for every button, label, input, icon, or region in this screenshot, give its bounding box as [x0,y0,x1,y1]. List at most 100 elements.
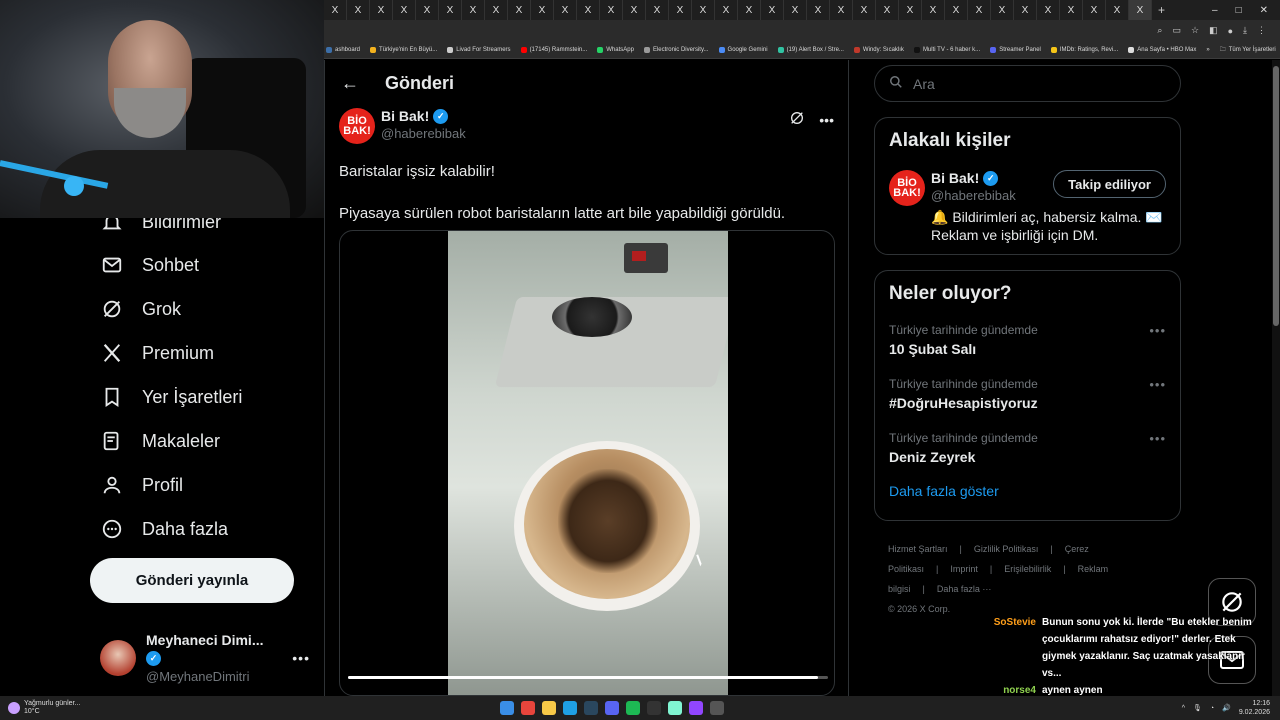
related-person[interactable]: BİO BAK! Bi Bak! ✓ @haberebibak Takip ed… [875,152,1180,206]
browser-tab[interactable]: X [462,0,485,20]
bookmark-item[interactable]: (17145) Rammstein... [520,46,587,53]
nav-item-sohbet[interactable]: Sohbet [100,251,199,279]
browser-tab[interactable]: X [945,0,968,20]
browser-tab[interactable]: X [554,0,577,20]
cast-icon[interactable]: ▭ [1172,25,1181,36]
bookmark-item[interactable]: Multi TV - 6 haber k... [913,46,980,53]
browser-tab[interactable]: X [738,0,761,20]
post-button[interactable]: Gönderi yayınla [90,558,294,603]
browser-tab[interactable]: X [1037,0,1060,20]
more-icon[interactable]: ••• [1149,431,1166,446]
zoom-icon[interactable]: ⌕ [1157,25,1162,36]
following-button[interactable]: Takip ediliyor [1053,170,1166,198]
browser-tab[interactable]: X [324,0,347,20]
footer-link[interactable]: Gizlilik Politikası [974,544,1039,554]
browser-tab[interactable]: X [784,0,807,20]
account-switcher[interactable]: Meyhaneci Dimi... ✓ @MeyhaneDimitri ••• [100,632,310,684]
more-icon[interactable]: ••• [1149,377,1166,392]
start-icon[interactable] [500,701,514,715]
edge-icon[interactable] [563,701,577,715]
minimize-button[interactable]: – [1212,5,1218,16]
maximize-button[interactable]: □ [1236,5,1242,16]
browser-tab[interactable]: X [899,0,922,20]
download-icon[interactable]: ⤓ [1243,25,1247,36]
browser-tab[interactable]: X [692,0,715,20]
bookmark-item[interactable]: Streamer Panel [990,46,1041,53]
bookmark-item[interactable]: Google Gemini [718,46,768,53]
obs-icon[interactable] [710,701,724,715]
bookmark-item[interactable]: ashboard [326,46,360,53]
browser-tab[interactable]: X [531,0,554,20]
browser-tab[interactable]: X [370,0,393,20]
more-icon[interactable]: ••• [292,650,310,666]
streamlabs-icon[interactable] [668,701,682,715]
browser-tab[interactable]: X [623,0,646,20]
browser-tab[interactable]: X [508,0,531,20]
nav-item-profil[interactable]: Profil [100,471,183,499]
weather-widget[interactable]: Yağmurlu günler... 10°C [0,700,500,716]
twitch-icon[interactable] [689,701,703,715]
chrome-icon[interactable] [521,701,535,715]
steam-icon[interactable] [584,701,598,715]
browser-tab[interactable]: X [439,0,462,20]
browser-tab[interactable]: X [646,0,669,20]
star-icon[interactable]: ☆ [1191,25,1199,36]
avatar[interactable]: BİO BAK! [889,170,925,206]
new-tab-button[interactable]: + [1158,3,1165,17]
footer-link[interactable]: Erişilebilirlik [1004,564,1051,574]
bookmark-item[interactable]: IMDb: Ratings, Revi... [1050,46,1118,53]
wifi-icon[interactable]: ◔ [1210,705,1214,712]
browser-tab[interactable]: X [600,0,623,20]
trend-item[interactable]: Türkiye tarihinde gündemde #DoğruHesapist… [875,371,1180,425]
browser-tab[interactable]: X [991,0,1014,20]
footer-link[interactable]: Hizmet Şartları [888,544,948,554]
volume-icon[interactable]: 🔊 [1222,704,1231,712]
search-input[interactable]: Ara [874,65,1181,102]
bookmark-item[interactable]: Livad For Streamers [447,46,511,53]
browser-tab[interactable]: X [416,0,439,20]
bookmark-item[interactable]: Electronic Diversity... [643,46,709,53]
grok-icon[interactable] [789,110,805,129]
menu-icon[interactable]: ⋮ [1257,25,1266,36]
browser-tab[interactable]: X [485,0,508,20]
browser-tab[interactable]: X [1083,0,1106,20]
nav-item-makaleler[interactable]: Makaleler [100,427,220,455]
nav-item-premium[interactable]: Premium [100,339,214,367]
epic-icon[interactable] [647,701,661,715]
close-button[interactable]: ✕ [1260,5,1268,16]
bookmark-item[interactable]: (19) Alert Box / Stre... [777,46,844,53]
browser-tab[interactable]: X [577,0,600,20]
nav-item-daha-fazla[interactable]: Daha fazla [100,515,228,543]
back-arrow-icon[interactable]: ← [341,73,361,94]
page-scrollbar[interactable] [1272,60,1280,696]
video-frame[interactable] [448,231,728,695]
author-name[interactable]: Bi Bak! ✓ [381,108,466,124]
browser-tab[interactable]: X [715,0,738,20]
author-name[interactable]: Bi Bak! ✓ [931,170,1053,186]
more-icon[interactable]: ••• [1149,323,1166,338]
profile-icon[interactable]: ● [1228,26,1233,36]
browser-tab[interactable]: X [1106,0,1129,20]
avatar[interactable]: BİO BAK! [339,108,375,144]
discord-icon[interactable] [605,701,619,715]
bookmarks-more[interactable]: » [1206,47,1209,53]
bookmark-item[interactable]: Türkiye'nin En Büyü... [370,46,437,53]
browser-tab[interactable]: X [761,0,784,20]
trend-item[interactable]: Türkiye tarihinde gündemde Deniz Zeyrek ••… [875,425,1180,479]
video-player[interactable] [339,230,835,696]
nav-item-yer-i̇şaretleri[interactable]: Yer İşaretleri [100,383,242,411]
browser-tab[interactable]: X [1129,0,1152,20]
tray-arrow-icon[interactable]: ^ [1182,705,1185,712]
scroll-thumb[interactable] [1273,66,1279,326]
clock[interactable]: 12:16 9.02.2026 [1239,699,1270,717]
bookmark-item[interactable]: Ana Sayfa • HBO Max [1128,46,1196,53]
extensions-icon[interactable]: ◧ [1209,25,1218,36]
nav-item-grok[interactable]: Grok [100,295,181,323]
author-handle[interactable]: @haberebibak [931,188,1053,203]
footer-link[interactable]: Daha fazla ··· [937,584,992,594]
more-icon[interactable]: ••• [819,112,834,128]
spotify-icon[interactable] [626,701,640,715]
browser-tab[interactable]: X [807,0,830,20]
browser-tab[interactable]: X [1014,0,1037,20]
mic-icon[interactable]: 🎙 [1193,704,1202,712]
